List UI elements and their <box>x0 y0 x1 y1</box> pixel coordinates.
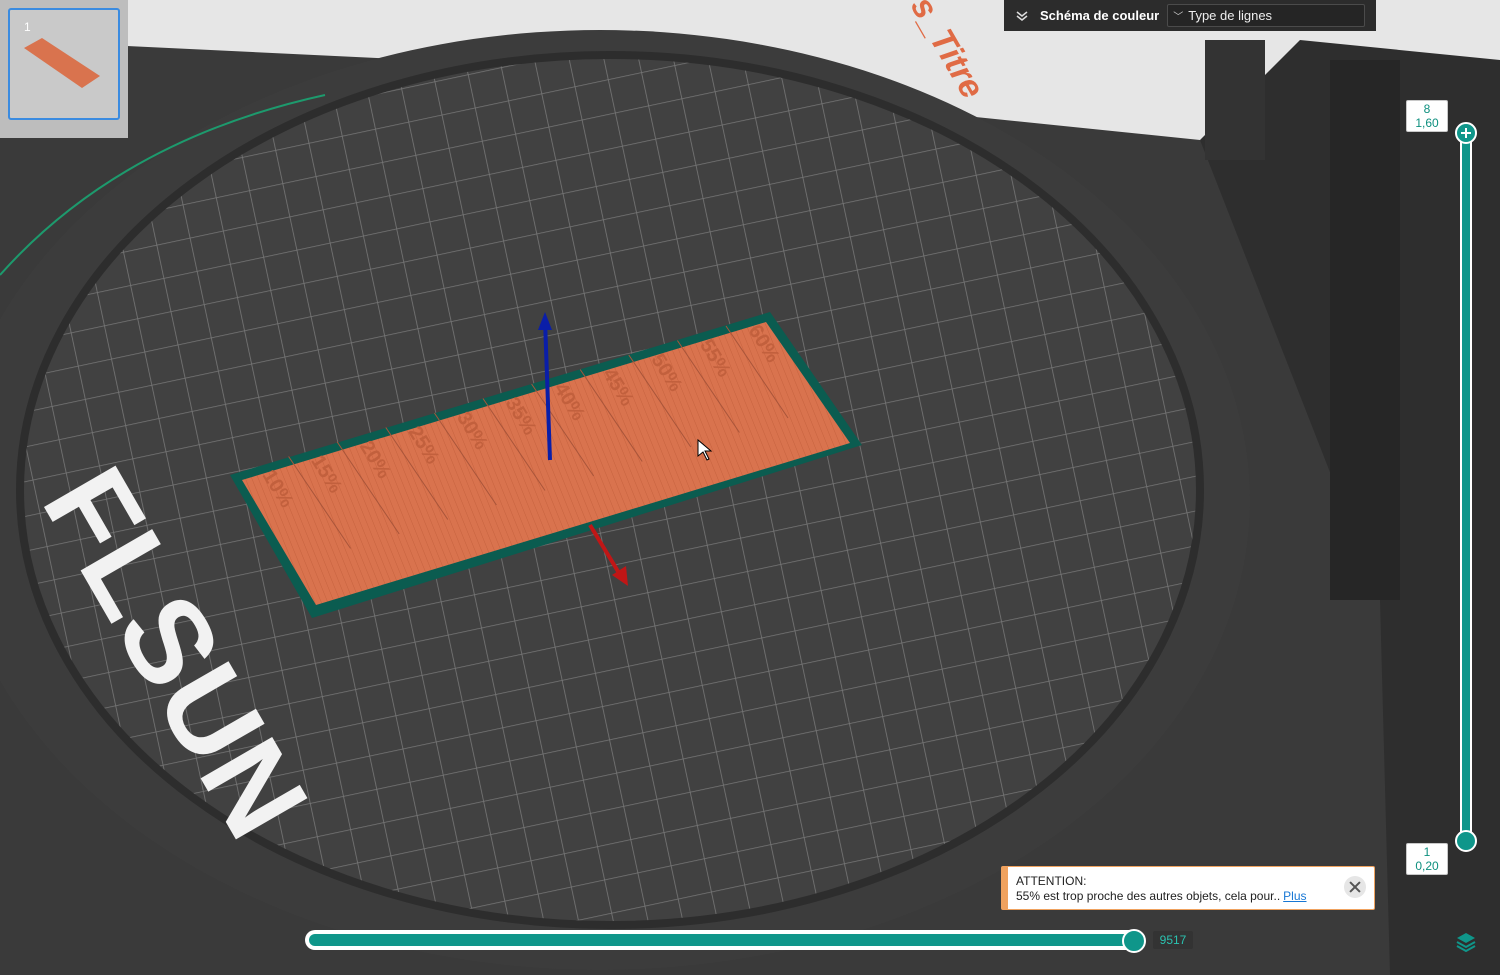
bottom-layer-number: 1 <box>1423 845 1431 859</box>
color-scheme-select[interactable]: ﹀ Type de lignes <box>1167 4 1366 27</box>
3d-viewport[interactable]: 10% 15% 20% 25% 30% 35% 40% 45% 50% 55% 60% FLSUN … <box>0 0 1500 975</box>
layer-slider-range <box>1462 132 1470 842</box>
layers-icon[interactable] <box>1455 930 1477 953</box>
warning-title: ATTENTION: <box>1016 874 1087 888</box>
color-scheme-bar: Schéma de couleur ﹀ Type de lignes <box>1004 0 1376 31</box>
color-scheme-value: Type de lignes <box>1188 8 1273 23</box>
warning-notification: ATTENTION: 55% est trop proche des autre… <box>1001 866 1375 910</box>
move-slider-fill <box>309 934 1135 946</box>
layer-slider-top-handle[interactable] <box>1455 122 1477 144</box>
layer-slider-bottom-handle[interactable] <box>1455 830 1477 852</box>
top-layer-number: 8 <box>1423 102 1431 116</box>
close-icon[interactable] <box>1344 876 1366 898</box>
color-scheme-label: Schéma de couleur <box>1040 8 1160 23</box>
warning-message: 55% est trop proche des autres objets, c… <box>1016 889 1281 903</box>
top-layer-label: 8 1,60 <box>1406 100 1448 132</box>
bottom-layer-label: 1 0,20 <box>1406 843 1448 875</box>
double-chevron-down-icon <box>1016 10 1028 21</box>
move-slider-handle[interactable] <box>1122 929 1146 953</box>
chevron-down-icon: ﹀ <box>1173 12 1184 23</box>
scene-svg: 10% 15% 20% 25% 30% 35% 40% 45% 50% 55% 60% FLSUN … <box>0 0 1500 975</box>
top-layer-height: 1,60 <box>1415 116 1439 130</box>
plate-number: 1 <box>24 20 31 34</box>
plate-thumbnail-panel: 1 <box>0 0 128 138</box>
bottom-layer-height: 0,20 <box>1415 859 1439 873</box>
move-slider-value: 9517 <box>1153 931 1193 949</box>
warning-more-link[interactable]: Plus <box>1283 889 1306 903</box>
warning-message-row: 55% est trop proche des autres objets, c… <box>1016 889 1307 903</box>
collapse-toggle-button[interactable] <box>1004 0 1040 31</box>
